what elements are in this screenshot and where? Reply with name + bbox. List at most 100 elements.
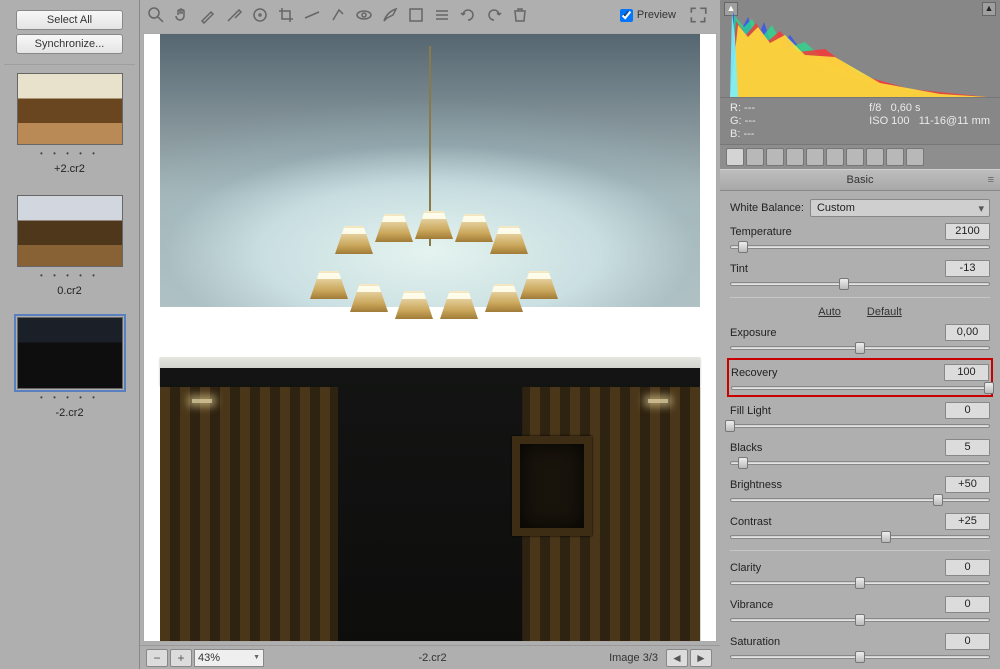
exposure-label: Exposure xyxy=(730,327,945,339)
tint-slider-block: Tint -13 xyxy=(730,260,990,287)
hand-tool-icon[interactable] xyxy=(172,5,192,25)
exif-aperture: f/8 xyxy=(869,102,881,114)
thumbnail-image[interactable] xyxy=(17,195,123,267)
tab-hsl-icon[interactable] xyxy=(786,148,804,166)
default-link[interactable]: Default xyxy=(867,306,902,318)
redeye-icon[interactable] xyxy=(354,5,374,25)
straighten-tool-icon[interactable] xyxy=(302,5,322,25)
saturation-value[interactable]: 0 xyxy=(945,633,990,650)
contrast-slider-block: Contrast +25 xyxy=(730,513,990,540)
bottom-bar: − + 43% -2.cr2 Image 3/3 ◄ ► xyxy=(140,645,720,669)
temperature-slider-block: Temperature 2100 xyxy=(730,223,990,250)
exposure-slider[interactable] xyxy=(730,345,990,351)
filename-label: -2.cr2 xyxy=(264,652,601,664)
zoom-in-button[interactable]: + xyxy=(170,649,192,667)
filllight-value[interactable]: 0 xyxy=(945,402,990,419)
thumbnail-image[interactable] xyxy=(17,73,123,145)
readout-b: B: --- xyxy=(730,128,756,140)
toggle-fullscreen-icon[interactable] xyxy=(688,5,708,25)
trash-icon[interactable] xyxy=(510,5,530,25)
next-image-button[interactable]: ► xyxy=(690,649,712,667)
image-canvas[interactable] xyxy=(143,33,717,642)
blacks-label: Blacks xyxy=(730,442,945,454)
preferences-icon[interactable] xyxy=(432,5,452,25)
synchronize-button[interactable]: Synchronize... xyxy=(16,34,123,54)
contrast-slider[interactable] xyxy=(730,534,990,540)
thumbnail-image[interactable] xyxy=(17,317,123,389)
filllight-slider[interactable] xyxy=(730,423,990,429)
auto-link[interactable]: Auto xyxy=(818,306,841,318)
tab-presets-icon[interactable] xyxy=(886,148,904,166)
rotate-ccw-icon[interactable] xyxy=(458,5,478,25)
clarity-label: Clarity xyxy=(730,562,945,574)
wb-tool-icon[interactable] xyxy=(198,5,218,25)
exposure-value[interactable]: 0,00 xyxy=(945,324,990,341)
vibrance-slider-block: Vibrance 0 xyxy=(730,596,990,623)
temperature-slider[interactable] xyxy=(730,244,990,250)
vibrance-value[interactable]: 0 xyxy=(945,596,990,613)
saturation-slider[interactable] xyxy=(730,654,990,660)
preview-image xyxy=(160,33,700,642)
histogram[interactable] xyxy=(720,0,1000,98)
zoom-out-button[interactable]: − xyxy=(146,649,168,667)
thumbnail-item[interactable]: • • • • • +2.cr2 xyxy=(14,73,125,189)
thumbnail-item[interactable]: • • • • • 0.cr2 xyxy=(14,195,125,311)
center-panel: Preview xyxy=(140,0,720,669)
adjustment-brush-icon[interactable] xyxy=(380,5,400,25)
vibrance-slider[interactable] xyxy=(730,617,990,623)
panel-tabs xyxy=(720,145,1000,169)
thumbnail-rating[interactable]: • • • • • xyxy=(14,267,125,283)
recovery-slider[interactable] xyxy=(731,385,989,391)
temperature-value[interactable]: 2100 xyxy=(945,223,990,240)
select-all-button[interactable]: Select All xyxy=(16,10,123,30)
rotate-cw-icon[interactable] xyxy=(484,5,504,25)
contrast-value[interactable]: +25 xyxy=(945,513,990,530)
exif-shutter: 0,60 s xyxy=(891,102,921,114)
tint-value[interactable]: -13 xyxy=(945,260,990,277)
brightness-value[interactable]: +50 xyxy=(945,476,990,493)
tab-camera-icon[interactable] xyxy=(866,148,884,166)
color-sampler-icon[interactable] xyxy=(224,5,244,25)
thumbnail-label: 0.cr2 xyxy=(14,283,125,311)
clarity-slider-block: Clarity 0 xyxy=(730,559,990,586)
temperature-label: Temperature xyxy=(730,226,945,238)
crop-tool-icon[interactable] xyxy=(276,5,296,25)
recovery-value[interactable]: 100 xyxy=(944,364,989,381)
preview-checkbox-input[interactable] xyxy=(620,9,633,22)
tab-split-icon[interactable] xyxy=(806,148,824,166)
tab-fx-icon[interactable] xyxy=(846,148,864,166)
recovery-label: Recovery xyxy=(731,367,944,379)
wb-select[interactable]: Custom xyxy=(810,199,990,217)
thumbnail-item[interactable]: • • • • • -2.cr2 xyxy=(14,317,125,433)
blacks-value[interactable]: 5 xyxy=(945,439,990,456)
tab-detail-icon[interactable] xyxy=(766,148,784,166)
prev-image-button[interactable]: ◄ xyxy=(666,649,688,667)
tint-slider[interactable] xyxy=(730,281,990,287)
graduated-filter-icon[interactable] xyxy=(406,5,426,25)
tab-basic-icon[interactable] xyxy=(726,148,744,166)
exif-info: R: --- G: --- B: --- f/8 0,60 s ISO 100 … xyxy=(720,98,1000,145)
blacks-slider[interactable] xyxy=(730,460,990,466)
clarity-slider[interactable] xyxy=(730,580,990,586)
contrast-label: Contrast xyxy=(730,516,945,528)
spot-removal-icon[interactable] xyxy=(328,5,348,25)
exposure-slider-block: Exposure 0,00 xyxy=(730,324,990,351)
readout-r: R: --- xyxy=(730,102,756,114)
zoom-level-select[interactable]: 43% xyxy=(194,649,264,667)
thumbnail-rating[interactable]: • • • • • xyxy=(14,145,125,161)
brightness-label: Brightness xyxy=(730,479,945,491)
brightness-slider[interactable] xyxy=(730,497,990,503)
basic-panel-body: White Balance: Custom Temperature 2100 T… xyxy=(720,191,1000,669)
tab-snapshots-icon[interactable] xyxy=(906,148,924,166)
filllight-slider-block: Fill Light 0 xyxy=(730,402,990,429)
clarity-value[interactable]: 0 xyxy=(945,559,990,576)
thumbnail-rating[interactable]: • • • • • xyxy=(14,389,125,405)
thumbnail-label: +2.cr2 xyxy=(14,161,125,189)
zoom-tool-icon[interactable] xyxy=(146,5,166,25)
tab-curve-icon[interactable] xyxy=(746,148,764,166)
basic-panel-header[interactable]: Basic xyxy=(720,169,1000,191)
tab-lens-icon[interactable] xyxy=(826,148,844,166)
target-adjust-icon[interactable] xyxy=(250,5,270,25)
preview-checkbox[interactable]: Preview xyxy=(620,9,676,22)
right-panel: R: --- G: --- B: --- f/8 0,60 s ISO 100 … xyxy=(720,0,1000,669)
